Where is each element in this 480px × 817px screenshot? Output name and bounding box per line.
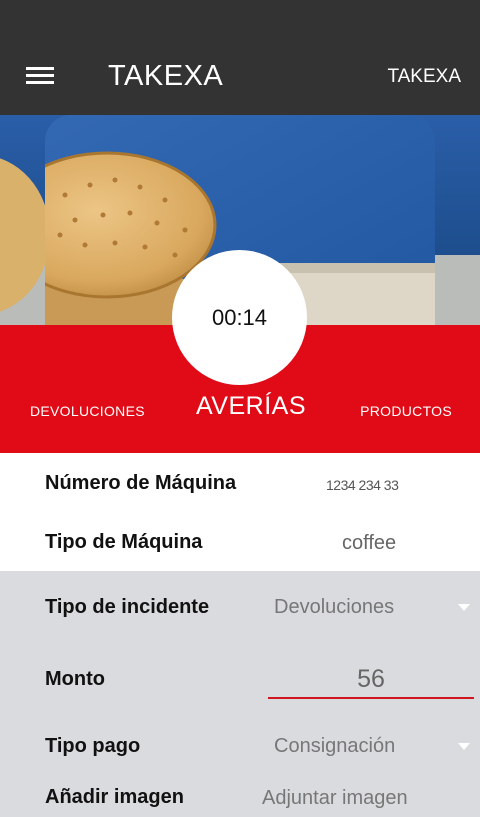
caret-down-icon: [458, 743, 470, 750]
incident-type-select[interactable]: Devoluciones: [274, 594, 474, 624]
tab-productos[interactable]: PRODUCTOS: [360, 403, 452, 419]
caret-down-icon: [458, 604, 470, 611]
payment-type-select[interactable]: Consignación: [274, 733, 474, 763]
machine-number-label: Número de Máquina: [45, 472, 237, 494]
incident-type-label: Tipo de incidente: [45, 596, 210, 618]
timer-display: 00:14: [172, 250, 307, 385]
payment-type-label: Tipo pago: [45, 735, 141, 757]
attach-image-button[interactable]: Adjuntar imagen: [262, 787, 408, 810]
hamburger-menu-icon[interactable]: [26, 65, 56, 87]
machine-type-label: Tipo de Máquina: [45, 531, 203, 553]
machine-number-value: 1234 234 33: [326, 477, 399, 493]
machine-type-value: coffee: [342, 532, 397, 554]
payment-type-value: Consignación: [274, 735, 396, 757]
add-image-label: Añadir imagen: [45, 786, 184, 808]
amount-input[interactable]: [268, 661, 474, 699]
app-title: TAKEXA: [108, 60, 224, 92]
app-bar-action[interactable]: TAKEXA: [387, 66, 461, 88]
status-bar: [0, 0, 480, 40]
incident-type-value: Devoluciones: [274, 596, 395, 618]
app-bar: TAKEXA TAKEXA: [0, 40, 480, 115]
amount-label: Monto: [45, 668, 105, 690]
